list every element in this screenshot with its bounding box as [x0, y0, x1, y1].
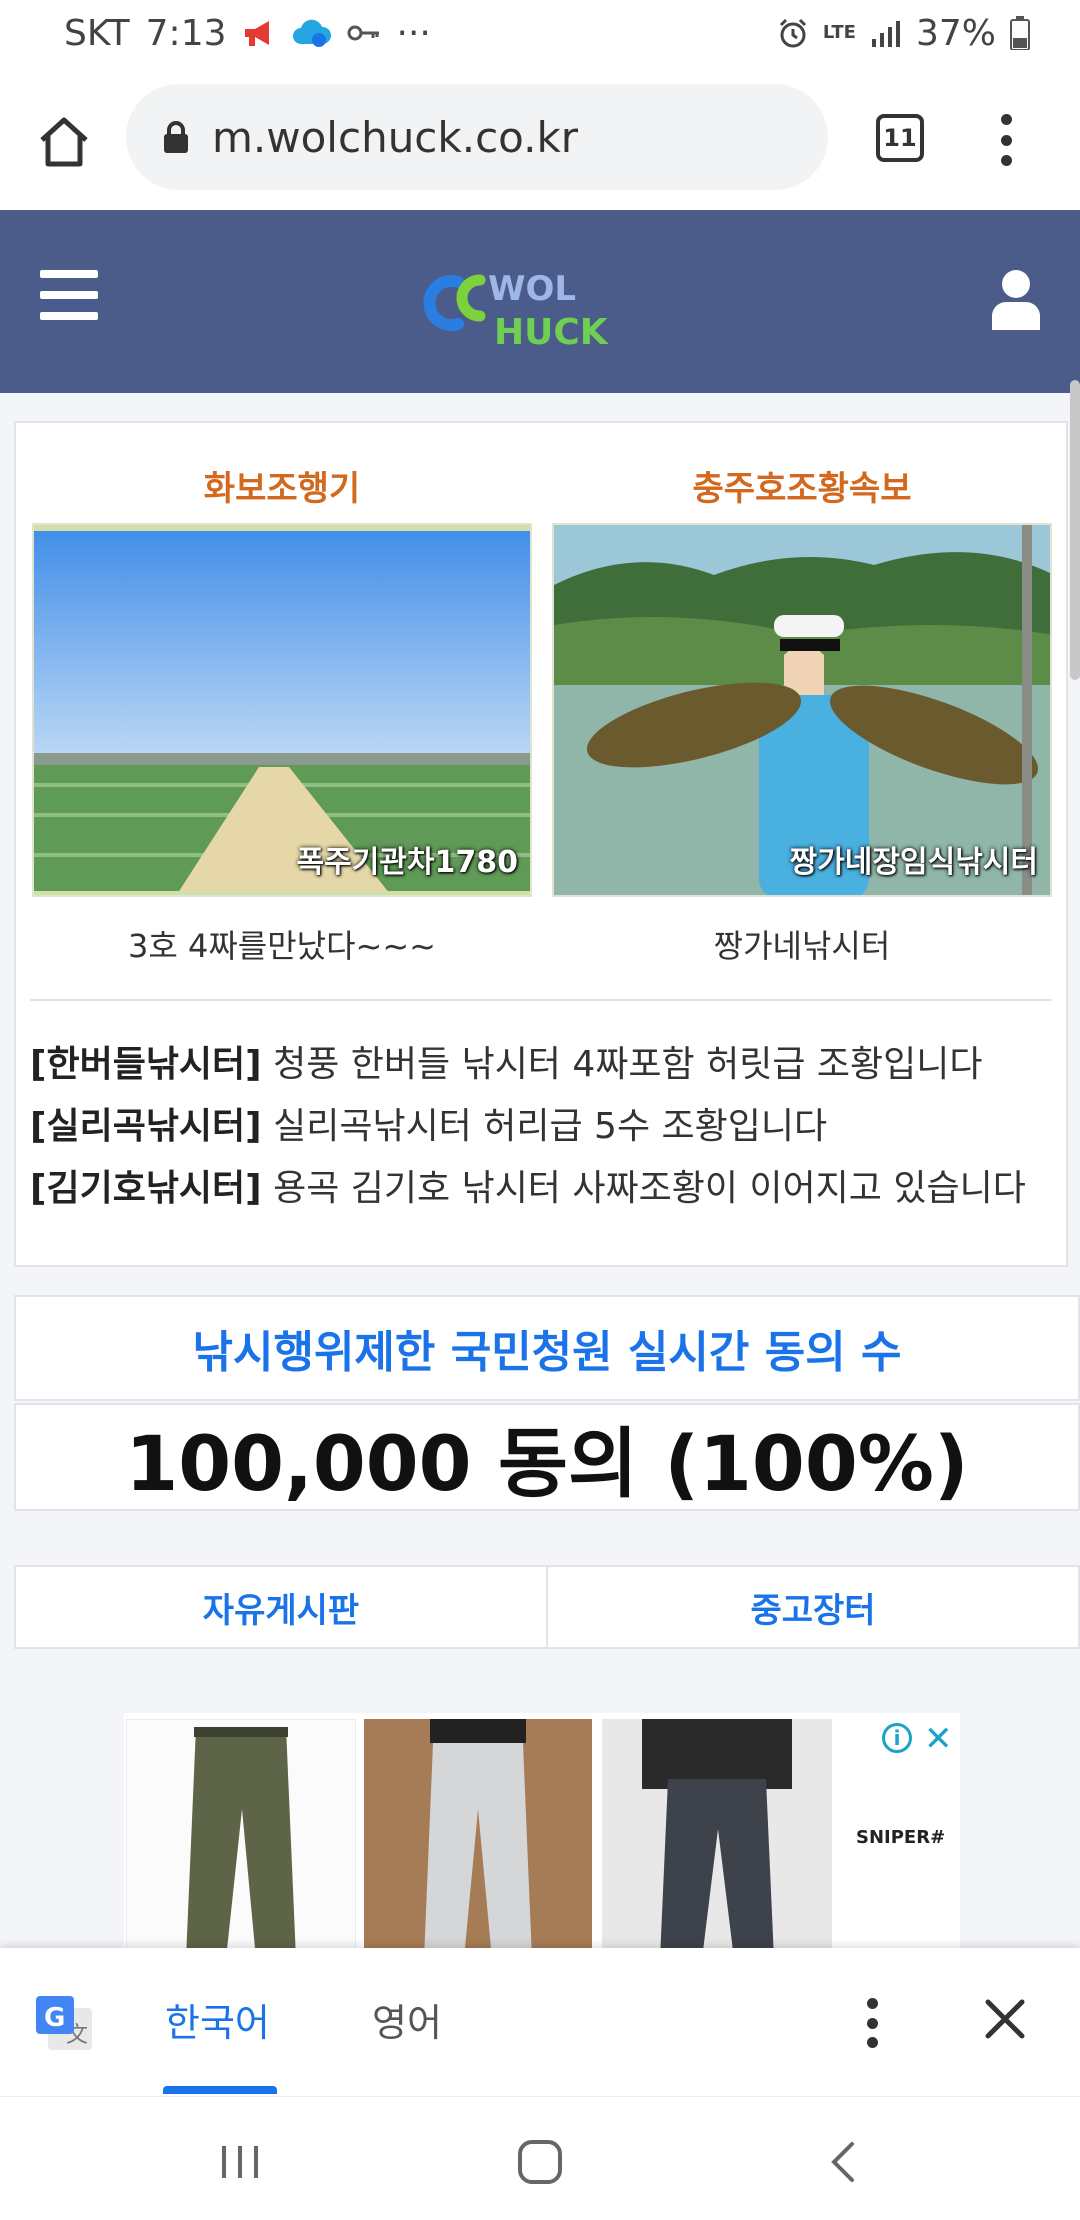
active-tab-indicator: [163, 2086, 277, 2094]
more-notifications-indicator: ···: [396, 12, 431, 54]
svg-text:HUCK: HUCK: [494, 312, 609, 353]
network-type-label: LTE: [822, 22, 856, 43]
ad-product-image-1[interactable]: [126, 1719, 356, 1959]
google-translate-icon: 文 G: [36, 1996, 92, 2050]
home-nav-icon: [518, 2140, 562, 2184]
browser-menu-button[interactable]: [988, 110, 1024, 170]
home-icon: [40, 117, 88, 167]
user-account-icon[interactable]: [990, 268, 1042, 332]
home-button[interactable]: [30, 108, 98, 176]
back-icon: [831, 2142, 854, 2182]
page-content: 화보조행기 충주호조황속보 폭주기관차1780 짱가네장임식낚시터 3호 4짜를…: [0, 393, 1080, 1959]
featured-image-label-2: 짱가네장임식낚시터: [789, 845, 1038, 880]
ad-banner[interactable]: SNIPER# i ✕: [124, 1713, 960, 1959]
petition-title: 낚시행위제한 국민청원 실시간 동의 수: [192, 1327, 902, 1378]
board-links: 자유게시판 중고장터: [14, 1565, 1080, 1649]
lang-tab-korean[interactable]: 한국어: [165, 1992, 270, 2047]
lock-icon: [164, 121, 188, 153]
svg-text:G: G: [44, 2003, 65, 2033]
system-nav-bar: [0, 2096, 1080, 2220]
carrier-label: SKT: [64, 12, 130, 54]
lang-tab-english[interactable]: 영어: [372, 1992, 442, 2047]
translate-menu-button[interactable]: [862, 1998, 882, 2048]
ad-product-image-2[interactable]: [364, 1719, 592, 1959]
url-text: m.wolchuck.co.kr: [212, 112, 579, 162]
news-item-3[interactable]: [김기호낚시터] 용곡 김기호 낚시터 사짜조황이 이어지고 있습니다: [30, 1159, 1060, 1211]
featured-image-2[interactable]: 짱가네장임식낚시터: [552, 523, 1052, 897]
site-logo[interactable]: WOL HUCK: [400, 244, 680, 362]
news-item-2[interactable]: [실리곡낚시터] 실리곡낚시터 허리급 5수 조황입니다: [30, 1097, 1060, 1149]
recent-apps-icon: [222, 2146, 258, 2178]
site-header: WOL HUCK: [0, 210, 1080, 393]
battery-icon: [1010, 16, 1030, 50]
battery-percent: 37%: [915, 12, 996, 54]
featured-card: 화보조행기 충주호조황속보 폭주기관차1780 짱가네장임식낚시터 3호 4짜를…: [14, 421, 1068, 1267]
market-link[interactable]: 중고장터: [546, 1567, 1078, 1647]
alarm-icon: [777, 17, 809, 49]
featured-caption-1[interactable]: 3호 4짜를만났다~~~: [32, 921, 532, 967]
petition-title-box[interactable]: 낚시행위제한 국민청원 실시간 동의 수: [14, 1295, 1080, 1401]
news-item-1[interactable]: [한버들낚시터] 청풍 한버들 낚시터 4짜포함 허릿급 조황입니다: [30, 1035, 1060, 1087]
close-icon[interactable]: [980, 1994, 1030, 2044]
status-bar: SKT 7:13 ··· LTE 37%: [0, 0, 1080, 66]
petition-value-box: 100,000 동의 (100%): [14, 1403, 1080, 1511]
key-icon: [347, 22, 381, 44]
address-bar[interactable]: m.wolchuck.co.kr: [126, 84, 828, 190]
translate-bar: 文 G 한국어 영어: [0, 1948, 1080, 2096]
hamburger-menu-icon[interactable]: [40, 270, 98, 320]
ad-info-icon[interactable]: i: [882, 1723, 912, 1753]
svg-text:WOL: WOL: [488, 269, 576, 309]
featured-image-1[interactable]: 폭주기관차1780: [32, 523, 532, 897]
megaphone-icon: [243, 18, 277, 48]
browser-toolbar: m.wolchuck.co.kr 11: [0, 66, 1080, 210]
signal-icon: [870, 19, 902, 47]
featured-title-1[interactable]: 화보조행기: [32, 461, 532, 510]
time-label: 7:13: [145, 12, 227, 54]
featured-caption-2[interactable]: 짱가네낚시터: [552, 921, 1052, 967]
featured-image-label-1: 폭주기관차1780: [296, 845, 519, 880]
ad-product-image-3[interactable]: [602, 1719, 832, 1959]
page-scrollbar[interactable]: [1070, 380, 1080, 680]
cloud-sync-icon: [292, 18, 331, 48]
ad-close-icon[interactable]: ✕: [924, 1719, 953, 1759]
free-board-link[interactable]: 자유게시판: [16, 1567, 546, 1647]
recent-apps-button[interactable]: [210, 2137, 270, 2187]
featured-title-2[interactable]: 충주호조황속보: [552, 461, 1052, 510]
section-divider: [30, 999, 1052, 1001]
ad-brand-label: SNIPER#: [856, 1827, 946, 1848]
home-nav-button[interactable]: [510, 2137, 570, 2187]
back-button[interactable]: [814, 2137, 874, 2187]
petition-count: 100,000 동의 (100%): [125, 1419, 969, 1508]
tab-switcher-button[interactable]: 11: [876, 114, 924, 162]
